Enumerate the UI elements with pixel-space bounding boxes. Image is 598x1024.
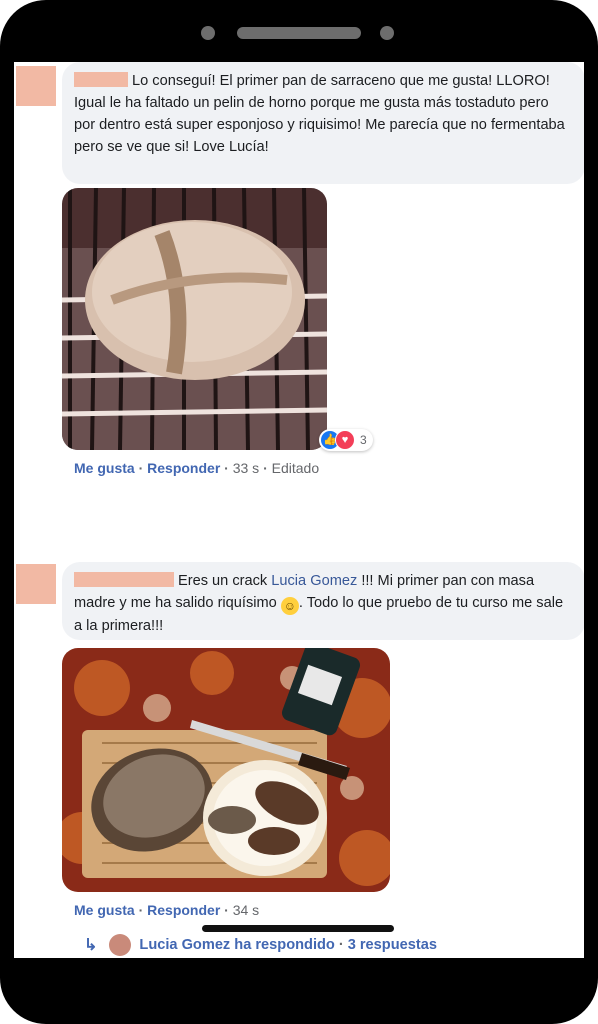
mention-link[interactable]: Lucia Gomez <box>271 573 357 589</box>
comment-time[interactable]: 33 s <box>233 460 259 476</box>
reply-arrow-icon: ↳ <box>84 937 98 954</box>
avatar[interactable] <box>16 564 56 604</box>
replies-count: 3 respuestas <box>347 937 437 953</box>
camera-dot <box>201 26 215 40</box>
reply-link[interactable]: Responder <box>147 902 220 918</box>
comment-bubble: Eres un crack Lucia Gomez !!! Mi primer … <box>62 562 584 640</box>
avatar[interactable] <box>16 66 56 106</box>
comment-photo[interactable] <box>62 648 390 892</box>
redacted-author-name[interactable] <box>74 572 174 587</box>
comment-photo[interactable] <box>62 188 327 450</box>
reaction-count: 3 <box>360 433 367 447</box>
replies-author-text: Lucia Gomez ha respondido <box>139 937 335 953</box>
replier-avatar <box>109 934 132 956</box>
like-link[interactable]: Me gusta <box>74 460 135 476</box>
phone-frame: Lo conseguí! El primer pan de sarraceno … <box>0 0 598 1024</box>
screen: Lo conseguí! El primer pan de sarraceno … <box>14 62 584 958</box>
speaker-grille <box>237 27 361 39</box>
buckwheat-loaf-photo <box>62 188 327 450</box>
comment-text-start: Eres un crack <box>178 573 268 589</box>
comment-actions: Me gusta · Responder · 34 s <box>74 902 260 918</box>
love-reaction-icon: ♥ <box>335 430 355 450</box>
sensor-dot <box>380 26 394 40</box>
comment-time[interactable]: 34 s <box>233 902 259 918</box>
redacted-author-name[interactable] <box>74 72 128 87</box>
edited-label[interactable]: Editado <box>272 460 319 476</box>
comment-text: Lo conseguí! El primer pan de sarraceno … <box>74 73 565 155</box>
sourdough-loaf-photo <box>62 648 390 892</box>
view-replies-link[interactable]: ↳ Lucia Gomez ha respondido · 3 respuest… <box>84 934 437 956</box>
reaction-summary[interactable]: 👍 ♥ 3 <box>319 429 373 451</box>
home-indicator[interactable] <box>202 925 394 932</box>
comment-bubble: Lo conseguí! El primer pan de sarraceno … <box>62 62 584 184</box>
comment-actions: Me gusta · Responder · 33 s · Editado <box>74 460 320 476</box>
reply-link[interactable]: Responder <box>147 460 220 476</box>
separator-dot: · <box>338 937 344 953</box>
like-link[interactable]: Me gusta <box>74 902 135 918</box>
smile-emoji-icon: ☺ <box>280 597 299 615</box>
